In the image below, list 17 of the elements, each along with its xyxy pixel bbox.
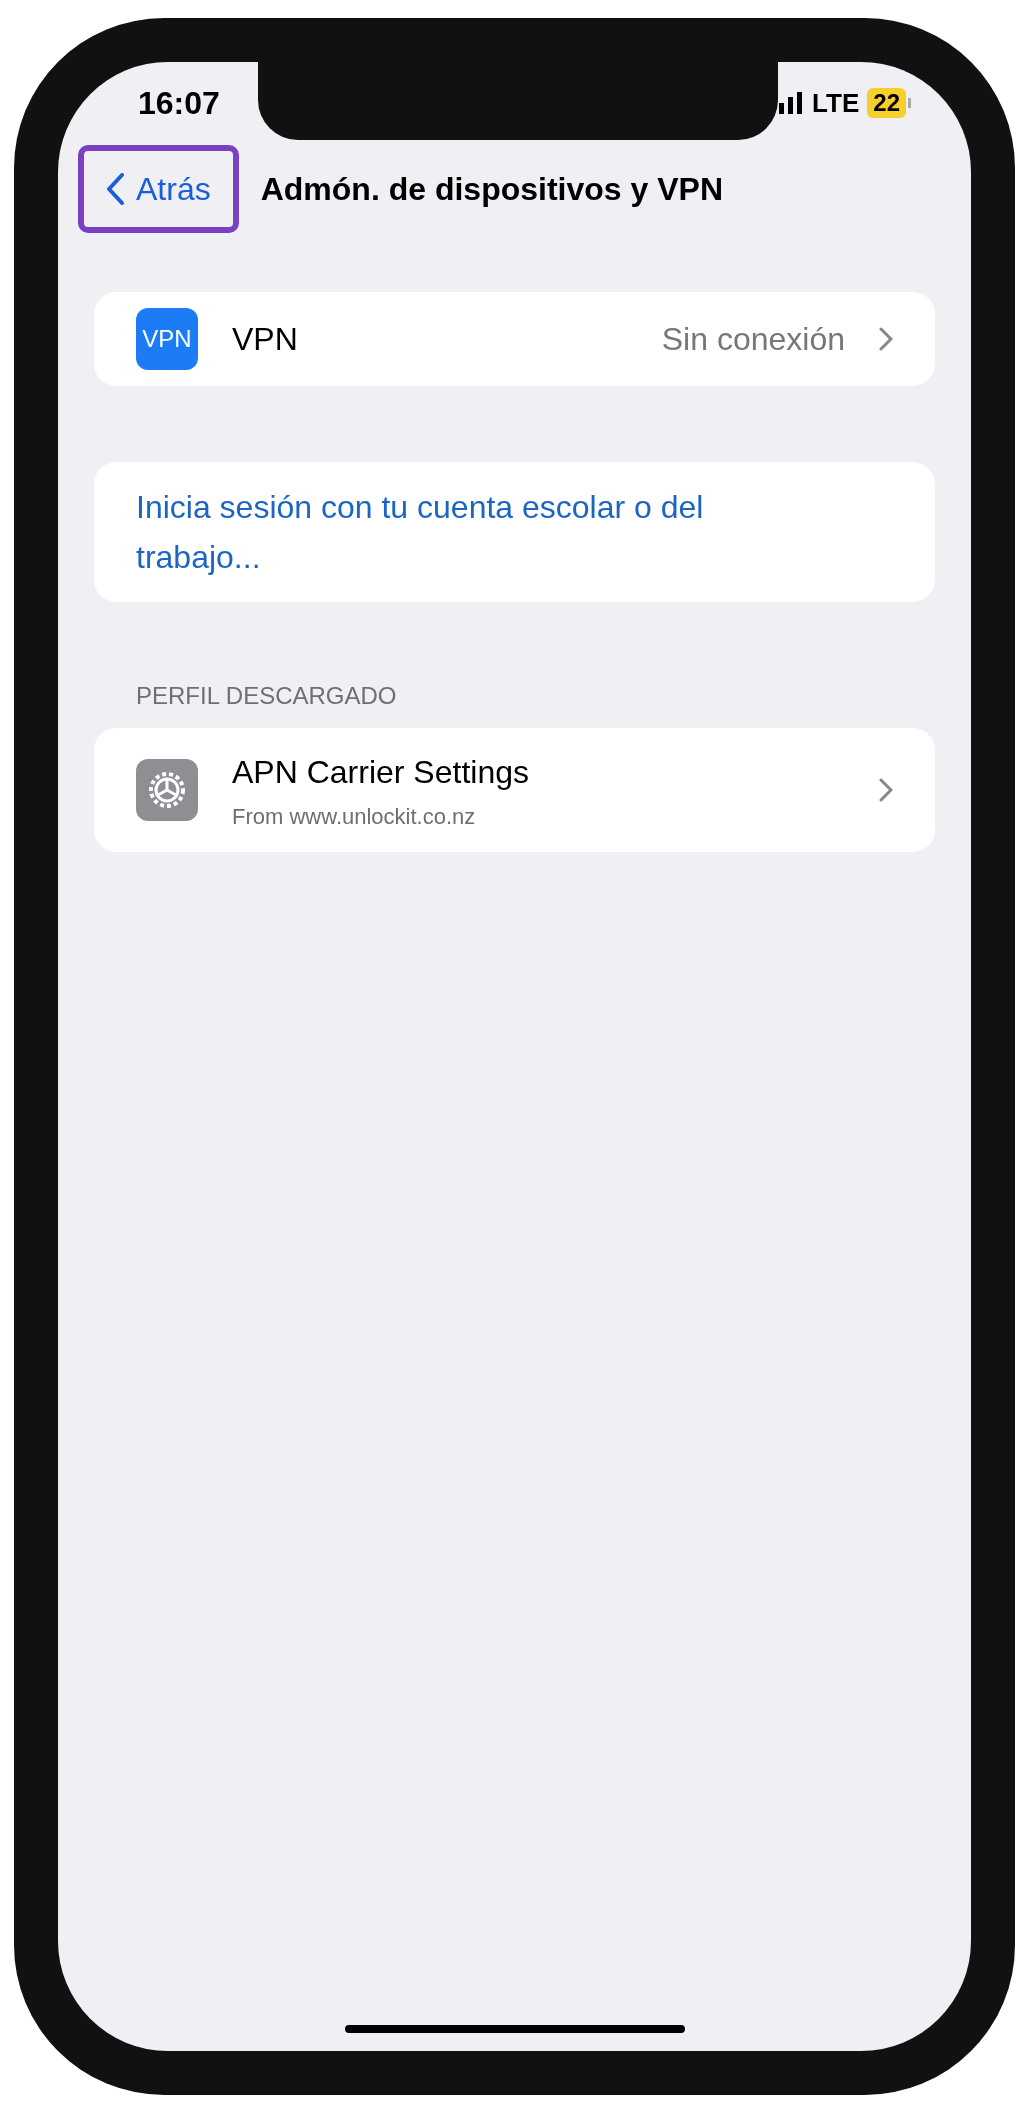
vpn-icon: VPN xyxy=(136,308,198,370)
section-header: PERFIL DESCARGADO xyxy=(136,681,398,711)
page-title: Admón. de dispositivos y VPN xyxy=(260,170,723,209)
row-label: VPN xyxy=(232,320,299,359)
chevron-right-icon xyxy=(879,778,893,802)
vpn-row[interactable]: VPN VPN Sin conexión xyxy=(94,292,935,386)
back-button[interactable]: Atrás xyxy=(78,145,239,233)
sign-in-link[interactable]: Inicia sesión con tu cuenta escolar o del trabajo... xyxy=(136,482,736,582)
network-type: LTE xyxy=(812,86,860,120)
chevron-right-icon xyxy=(879,327,893,351)
profile-source: From www.unlockit.co.nz xyxy=(232,802,477,831)
gear-icon xyxy=(136,759,198,821)
chevron-left-icon xyxy=(106,173,124,205)
profile-row[interactable]: APN Carrier Settings From www.unlockit.co.nz xyxy=(94,728,935,852)
profile-title: APN Carrier Settings xyxy=(232,752,530,792)
row-value: Sin conexión xyxy=(661,320,845,359)
status-time: 16:07 xyxy=(138,84,220,123)
